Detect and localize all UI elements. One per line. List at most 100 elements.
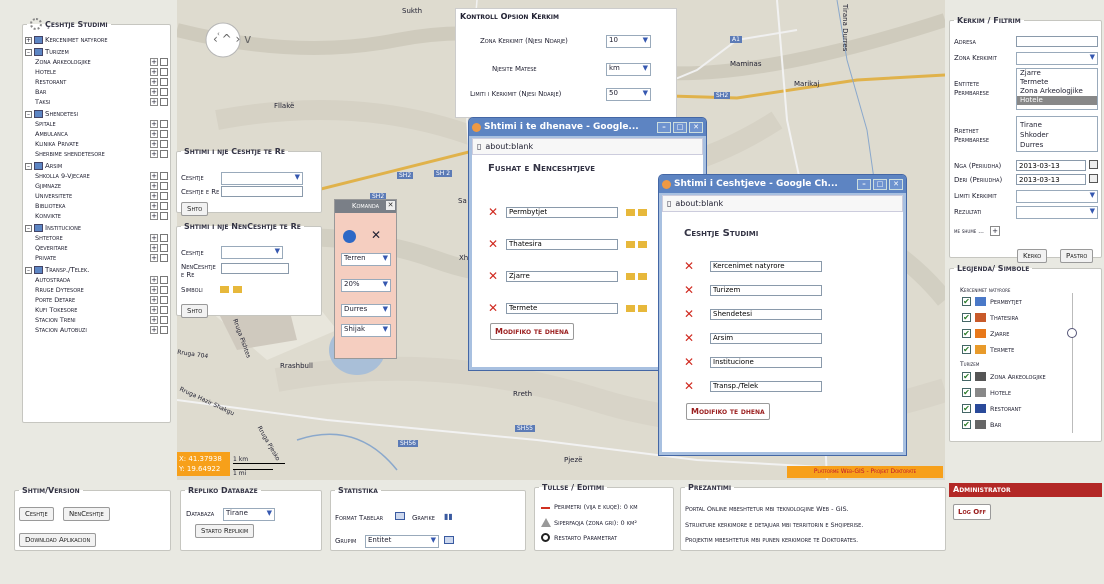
modify-data-button[interactable]: Modifiko te dhena (686, 403, 770, 420)
issue-select[interactable]: ▼ (221, 246, 283, 259)
tree-item[interactable]: Shtetore + (25, 233, 168, 243)
limit-select[interactable]: ▼ (1016, 190, 1098, 203)
tree-item[interactable]: Gjimnaze + (25, 181, 168, 191)
issue-input[interactable] (710, 284, 822, 296)
tree-item[interactable]: Kufi Tokesore + (25, 305, 168, 315)
zoom-slider-handle[interactable] (1067, 328, 1077, 338)
checkbox[interactable] (160, 172, 168, 180)
expand-icon[interactable]: + (25, 36, 32, 44)
tree-item[interactable]: Hotele + (25, 67, 168, 77)
tree-item[interactable]: Klinika Private + (25, 139, 168, 149)
list-option[interactable]: Hotele (1017, 96, 1097, 105)
checkbox[interactable] (160, 88, 168, 96)
checkbox[interactable]: ✔ (962, 420, 971, 429)
edit-icon[interactable] (34, 224, 43, 232)
expand-icon[interactable]: – (25, 266, 32, 274)
checkbox[interactable] (160, 98, 168, 106)
tree-item[interactable]: Universitete + (25, 191, 168, 201)
window-titlebar[interactable]: Shtimi i Ceshtjeve - Google Ch... – □ ✕ (659, 175, 906, 193)
close-icon[interactable]: ✕ (889, 178, 903, 190)
modify-data-button[interactable]: Modifiko te dhena (490, 323, 574, 340)
add-icon[interactable]: + (150, 78, 158, 86)
tree-item[interactable]: Autostrada + (25, 275, 168, 285)
database-select[interactable]: Tirane ▼ (223, 508, 275, 521)
field-input[interactable] (506, 206, 618, 218)
delete-icon[interactable]: ✕ (684, 379, 698, 393)
restart-icon[interactable] (541, 533, 550, 542)
delete-icon[interactable]: ✕ (684, 259, 698, 273)
tree-item[interactable]: Rruge Dytesore + (25, 285, 168, 295)
checkbox[interactable] (160, 316, 168, 324)
add-icon[interactable]: + (150, 254, 158, 262)
tree-item[interactable]: Restorant + (25, 77, 168, 87)
add-issue-button[interactable]: Shto (181, 202, 209, 216)
checkbox[interactable] (160, 140, 168, 148)
add-icon[interactable]: + (150, 182, 158, 190)
field-input[interactable] (506, 302, 618, 314)
delete-icon[interactable]: ✕ (488, 301, 502, 315)
tree-item[interactable]: Stacion Treni + (25, 315, 168, 325)
delete-icon[interactable]: ✕ (684, 355, 698, 369)
checkbox[interactable]: ✔ (962, 329, 971, 338)
add-subissue-button[interactable]: Shto (181, 304, 209, 318)
calendar-icon[interactable] (1089, 160, 1098, 169)
tree-category[interactable]: + Kercenimet natyrore (25, 35, 168, 45)
tree-item[interactable]: Qeveritare + (25, 243, 168, 253)
address-bar[interactable]: ▯ about:blank (472, 138, 703, 155)
add-icon[interactable]: + (150, 212, 158, 220)
checkbox[interactable] (160, 130, 168, 138)
tree-item[interactable]: Sherbime shendetesore + (25, 149, 168, 159)
units-select[interactable]: km ▼ (606, 63, 651, 76)
tree-item[interactable]: Bar + (25, 87, 168, 97)
download-app-button[interactable]: Download Aplikacion (19, 533, 97, 547)
expand-icon[interactable]: – (25, 110, 32, 118)
checkbox[interactable] (160, 254, 168, 262)
zone-select[interactable]: 10 ▼ (606, 35, 651, 48)
add-icon[interactable]: + (150, 130, 158, 138)
area-icon[interactable] (541, 518, 551, 527)
bar-chart-icon[interactable]: ▮▮ (444, 512, 453, 521)
delete-icon[interactable]: ✕ (684, 307, 698, 321)
issue-input[interactable] (710, 332, 822, 344)
close-icon[interactable]: ✕ (386, 201, 395, 210)
checkbox[interactable] (160, 286, 168, 294)
field-input[interactable] (506, 238, 618, 250)
issue-button[interactable]: Ceshtje (19, 507, 54, 521)
delete-icon[interactable]: ✕ (684, 331, 698, 345)
expand-icon[interactable]: – (25, 48, 32, 56)
perimeter-icon[interactable] (541, 507, 550, 509)
zone-select[interactable]: ▼ (1016, 52, 1098, 65)
to-date-input[interactable] (1016, 174, 1086, 185)
add-icon[interactable]: + (150, 88, 158, 96)
checkbox[interactable] (160, 212, 168, 220)
opacity-select[interactable]: 20% ▼ (341, 279, 391, 292)
add-icon[interactable]: + (150, 276, 158, 284)
tree-category[interactable]: – Institucione (25, 223, 168, 233)
checkbox[interactable] (160, 120, 168, 128)
add-icon[interactable]: + (150, 68, 158, 76)
tree-item[interactable]: Stacion Autobuzi + (25, 325, 168, 335)
entities-listbox[interactable]: Zjarre Termete Zona Arkeologjike Hotele (1016, 68, 1098, 110)
add-icon[interactable]: + (150, 98, 158, 106)
expand-icon[interactable]: – (25, 162, 32, 170)
checkbox[interactable] (160, 150, 168, 158)
maximize-icon[interactable]: □ (673, 121, 687, 133)
tree-item[interactable]: Private + (25, 253, 168, 263)
add-icon[interactable]: + (150, 150, 158, 158)
issue-input[interactable] (710, 308, 822, 320)
add-icon[interactable]: + (150, 316, 158, 324)
field-input[interactable] (506, 270, 618, 282)
start-replication-button[interactable]: Starto Replikim (195, 524, 255, 538)
delete-icon[interactable]: ✕ (488, 237, 502, 251)
checkbox[interactable]: ✔ (962, 313, 971, 322)
checkbox[interactable] (160, 202, 168, 210)
delete-icon[interactable]: ✕ (684, 283, 698, 297)
issue-input[interactable] (710, 380, 822, 392)
add-icon[interactable]: + (150, 286, 158, 294)
address-bar[interactable]: ▯ about:blank (662, 195, 903, 212)
add-icon[interactable]: + (150, 296, 158, 304)
add-icon[interactable]: + (150, 140, 158, 148)
tree-item[interactable]: Taksi + (25, 97, 168, 107)
checkbox[interactable]: ✔ (962, 388, 971, 397)
delete-icon[interactable]: ✕ (488, 205, 502, 219)
